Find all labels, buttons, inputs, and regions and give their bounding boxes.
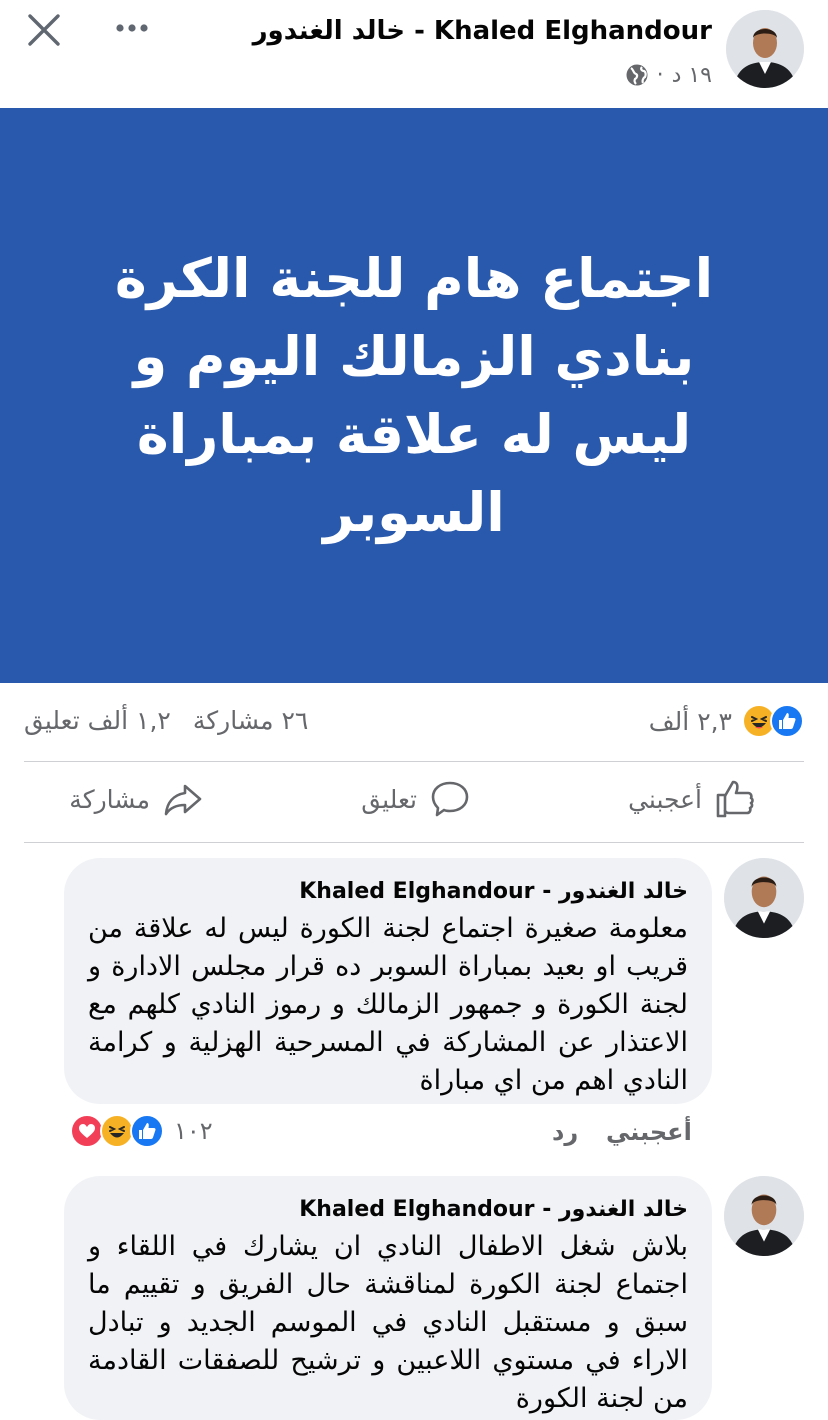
comment-author[interactable]: خالد الغندور - Khaled Elghandour (88, 876, 688, 908)
avatar-image (724, 1176, 804, 1256)
avatar-image (724, 858, 804, 938)
comment-text: بلاش شغل الاطفال النادي ان يشارك في اللق… (88, 1231, 688, 1414)
comment-reactions[interactable]: ١٠٢ (70, 1114, 213, 1148)
close-icon (28, 14, 60, 46)
banner-text: اجتماع هام للجنة الكرة بنادي الزمالك الي… (114, 246, 714, 544)
thumbs-up-icon (716, 780, 754, 818)
post-header: خالد الغندور - Khaled Elghandour · ١٩ د (0, 0, 828, 108)
post-time[interactable]: ١٩ د (672, 63, 712, 88)
like-reaction-icon (770, 704, 804, 738)
comment-button[interactable]: تعليق (361, 778, 471, 820)
comment-bubble[interactable]: خالد الغندور - Khaled Elghandour بلاش شغ… (64, 1176, 712, 1420)
post-actions: أعجبني تعليق مشاركة (0, 764, 828, 840)
comment-footer: أعجبني رد ١٠٢ (0, 1112, 828, 1152)
comment-reactions-count: ١٠٢ (174, 1117, 213, 1145)
more-horizontal-icon (116, 24, 148, 32)
reaction-icons (742, 704, 804, 738)
avatar-image (726, 10, 804, 88)
divider-top (24, 761, 804, 762)
share-icon (164, 784, 202, 816)
share-button[interactable]: مشاركة (69, 778, 204, 820)
comment-text: معلومة صغيرة اجتماع لجنة الكورة ليس له ع… (88, 913, 688, 1096)
divider-bottom (24, 842, 804, 843)
shares-count[interactable]: ٢٦ مشاركة (193, 706, 309, 735)
like-button[interactable]: أعجبني (628, 778, 756, 820)
globe-icon (626, 64, 648, 86)
haha-reaction-icon (100, 1114, 134, 1148)
post-stats: ٢,٣ ألف ٢٦ مشاركة ١,٢ ألف تعليق (0, 700, 828, 746)
post-author-name[interactable]: خالد الغندور - Khaled Elghandour (253, 16, 712, 46)
comment-like-link[interactable]: أعجبني (606, 1118, 692, 1146)
reactions-count: ٢,٣ ألف (648, 706, 732, 736)
comment-icon (431, 781, 469, 817)
comment-reply-link[interactable]: رد (552, 1118, 578, 1146)
post-banner[interactable]: اجتماع هام للجنة الكرة بنادي الزمالك الي… (0, 108, 828, 683)
author-avatar[interactable] (726, 10, 804, 88)
comments-count[interactable]: ١,٢ ألف تعليق (24, 706, 171, 735)
comment-avatar[interactable] (724, 858, 804, 938)
love-reaction-icon (70, 1114, 104, 1148)
comments-shares-summary: ٢٦ مشاركة ١,٢ ألف تعليق (24, 706, 308, 735)
share-label: مشاركة (69, 784, 150, 814)
more-options-button[interactable] (110, 10, 154, 46)
like-reaction-icon (130, 1114, 164, 1148)
comment-author[interactable]: خالد الغندور - Khaled Elghandour (88, 1194, 688, 1226)
comment-label: تعليق (361, 784, 417, 814)
post-dot: · (656, 62, 664, 88)
comment-bubble[interactable]: خالد الغندور - Khaled Elghandour معلومة … (64, 858, 712, 1104)
like-label: أعجبني (628, 784, 702, 814)
comment-avatar[interactable] (724, 1176, 804, 1256)
close-button[interactable] (22, 8, 66, 52)
post-meta: · ١٩ د (625, 60, 712, 90)
reactions-summary[interactable]: ٢,٣ ألف (649, 704, 804, 738)
